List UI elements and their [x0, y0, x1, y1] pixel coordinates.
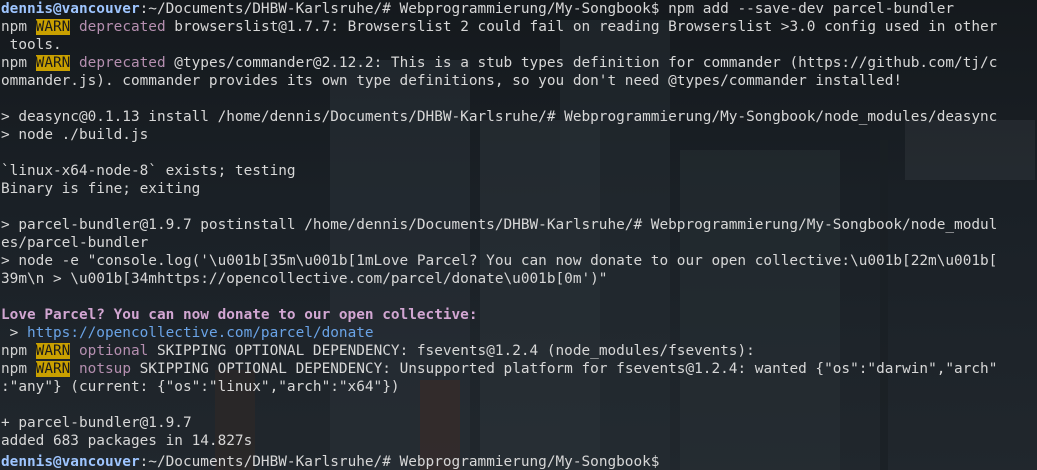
output-text: > node -e "console.log('\u001b[35m\u001b… [1, 253, 998, 269]
warn-badge: WARN [35, 55, 71, 71]
warn-message: browserslist@1.7.7: Browserslist 2 could… [165, 19, 998, 35]
prompt-path: ~/Documents/DHBW-Karlsruhe/# Webprogramm… [148, 1, 660, 17]
terminal-line: es/parcel-bundler [1, 234, 1037, 252]
terminal-line: > node ./build.js [1, 126, 1037, 144]
terminal-line: npm WARN notsup SKIPPING OPTIONAL DEPEND… [1, 360, 1037, 378]
terminal-line: > parcel-bundler@1.9.7 postinstall /home… [1, 216, 1037, 234]
output-text: > parcel-bundler@1.9.7 postinstall /home… [1, 217, 998, 233]
prompt-user: dennis@vancouver [1, 1, 140, 17]
terminal-line: tools. [1, 36, 1037, 54]
prompt-command: npm add --save-dev parcel-bundler [659, 1, 955, 17]
terminal-line: npm WARN optional SKIPPING OPTIONAL DEPE… [1, 342, 1037, 360]
output-text: ommander.js). commander provides its own… [1, 73, 903, 89]
prompt-separator: : [139, 1, 149, 17]
terminal-line: 39m\n > \u001b[34mhttps://opencollective… [1, 270, 1037, 288]
output-text: 39m\n > \u001b[34mhttps://opencollective… [1, 271, 608, 287]
terminal-line: > deasync@0.1.13 install /home/dennis/Do… [1, 108, 1037, 126]
donate-message: Love Parcel? You can now donate to our o… [1, 307, 478, 323]
warn-kind: deprecated [79, 55, 166, 71]
output-text: es/parcel-bundler [1, 235, 149, 251]
output-text: :"any"} (current: {"os":"linux","arch":"… [1, 379, 400, 395]
npm-label: npm [1, 55, 27, 71]
output-text: tools. [1, 37, 62, 53]
output-text: > node ./build.js [1, 127, 149, 143]
terminal-line: ommander.js). commander provides its own… [1, 72, 1037, 90]
npm-label: npm [1, 343, 27, 359]
warn-badge: WARN [35, 361, 71, 377]
warn-message: SKIPPING OPTIONAL DEPENDENCY: fsevents@1… [148, 343, 755, 359]
terminal-line: > node -e "console.log('\u001b[35m\u001b… [1, 252, 1037, 270]
terminal-output: dennis@vancouver:~/Documents/DHBW-Karlsr… [0, 0, 1037, 470]
npm-label: npm [1, 361, 27, 377]
warn-badge: WARN [35, 19, 71, 35]
prompt-separator: : [139, 454, 149, 470]
warn-kind: notsup [79, 361, 131, 377]
warn-kind: deprecated [79, 19, 166, 35]
warn-badge: WARN [35, 343, 71, 359]
prompt-user: dennis@vancouver [1, 454, 140, 470]
output-text: + parcel-bundler@1.9.7 [1, 415, 192, 431]
warn-message: @types/commander@2.12.2: This is a stub … [165, 55, 998, 71]
cursor [659, 450, 668, 466]
terminal-line: added 683 packages in 14.827s [1, 432, 1037, 450]
terminal-line: npm WARN deprecated browserslist@1.7.7: … [1, 18, 1037, 36]
output-text: `linux-x64-node-8` exists; testing [1, 163, 296, 179]
output-text: > deasync@0.1.13 install /home/dennis/Do… [1, 109, 998, 125]
terminal-line: :"any"} (current: {"os":"linux","arch":"… [1, 378, 1037, 396]
terminal-line: npm WARN deprecated @types/commander@2.1… [1, 54, 1037, 72]
terminal-line: dennis@vancouver:~/Documents/DHBW-Karlsr… [1, 450, 1037, 470]
donate-link[interactable]: https://opencollective.com/parcel/donate [27, 325, 374, 341]
warn-kind: optional [79, 343, 149, 359]
prompt-path: ~/Documents/DHBW-Karlsruhe/# Webprogramm… [148, 454, 660, 470]
warn-message: SKIPPING OPTIONAL DEPENDENCY: Unsupporte… [130, 361, 998, 377]
terminal-window[interactable]: dennis@vancouver:~/Documents/DHBW-Karlsr… [0, 0, 1037, 470]
terminal-line: `linux-x64-node-8` exists; testing [1, 162, 1037, 180]
terminal-line: + parcel-bundler@1.9.7 [1, 414, 1037, 432]
npm-label: npm [1, 19, 27, 35]
link-prefix: > [1, 325, 27, 341]
output-text: Binary is fine; exiting [1, 181, 201, 197]
terminal-line: > https://opencollective.com/parcel/dona… [1, 324, 1037, 342]
output-text: added 683 packages in 14.827s [1, 433, 253, 449]
terminal-line: Love Parcel? You can now donate to our o… [1, 306, 1037, 324]
terminal-line: Binary is fine; exiting [1, 180, 1037, 198]
terminal-line: dennis@vancouver:~/Documents/DHBW-Karlsr… [1, 0, 1037, 18]
